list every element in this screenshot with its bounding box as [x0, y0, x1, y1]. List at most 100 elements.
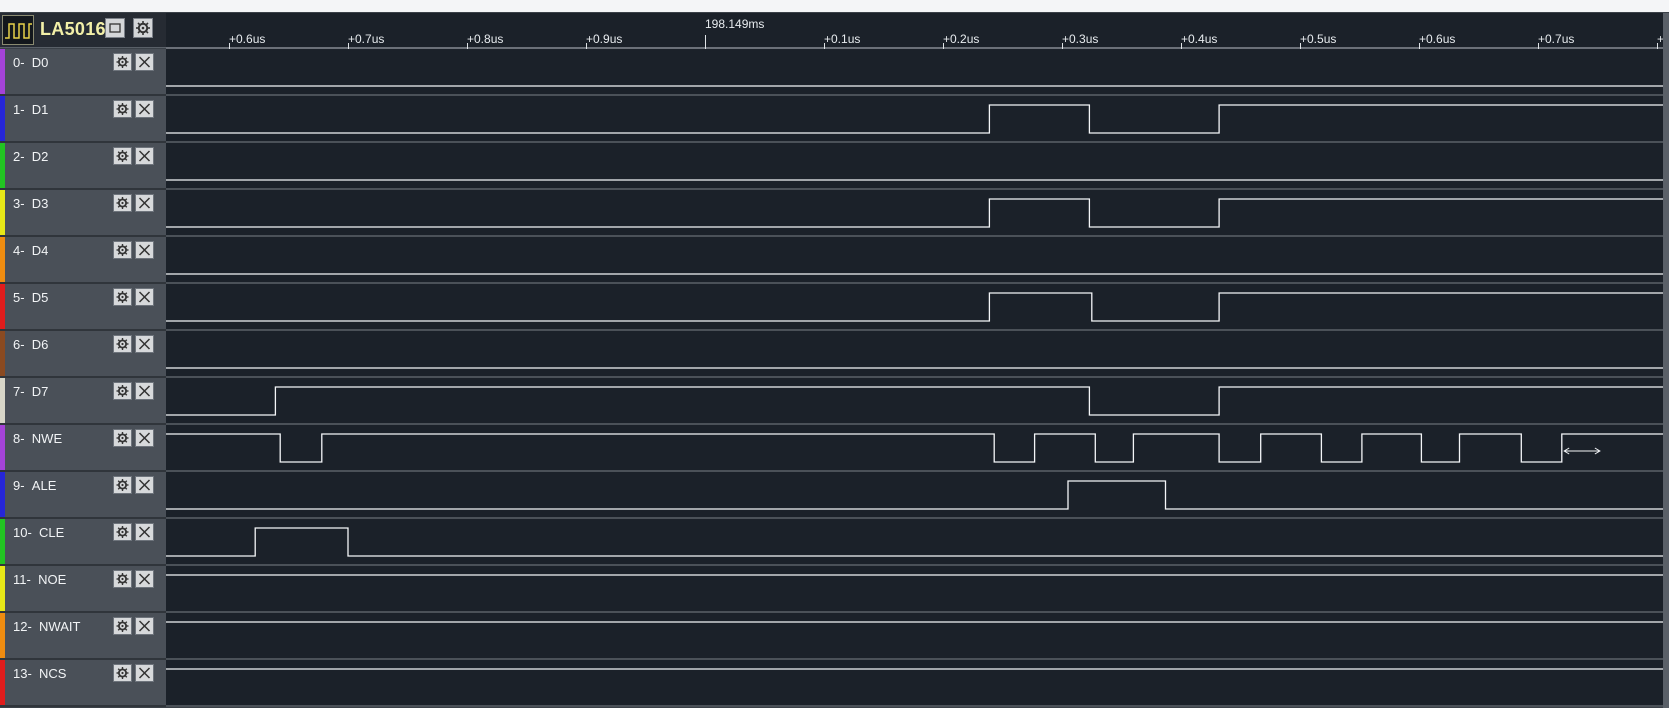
channel-remove-button[interactable] [135, 241, 154, 259]
channel-settings-button[interactable] [113, 147, 132, 165]
channel-settings-button[interactable] [113, 53, 132, 71]
channel-remove-button[interactable] [135, 288, 154, 306]
close-icon [138, 56, 151, 68]
right-edge-scrollbar[interactable] [1663, 13, 1669, 708]
waveform-area[interactable] [166, 378, 1663, 425]
channel-settings-button[interactable] [113, 617, 132, 635]
channel-row: 5- D5 [0, 284, 1669, 331]
channel-remove-button[interactable] [135, 476, 154, 494]
channel-color-indicator [0, 143, 5, 188]
channel-remove-button[interactable] [135, 100, 154, 118]
close-icon [138, 150, 151, 162]
channel-settings-button[interactable] [113, 664, 132, 682]
waveform-area[interactable] [166, 566, 1663, 613]
gear-icon [116, 338, 129, 350]
channel-remove-button[interactable] [135, 664, 154, 682]
ruler-tick-label: +0.4us [1181, 32, 1218, 46]
channel-remove-button[interactable] [135, 147, 154, 165]
channel-settings-button[interactable] [113, 429, 132, 447]
waveform-area[interactable] [166, 472, 1663, 519]
channel-index: 1- [13, 102, 25, 117]
waveform-area[interactable] [166, 284, 1663, 331]
channel-label-panel[interactable]: 0- D0 [0, 49, 166, 96]
waveform-area[interactable] [166, 660, 1663, 707]
channel-index: 11- [13, 572, 31, 587]
channel-label-panel[interactable]: 4- D4 [0, 237, 166, 284]
waveform-trace [166, 104, 1663, 134]
close-icon [138, 338, 151, 350]
channel-color-indicator [0, 190, 5, 235]
channel-name-text: D4 [31, 243, 49, 258]
waveform-trace [166, 668, 1663, 670]
channel-label-panel[interactable]: 2- D2 [0, 143, 166, 190]
channel-remove-button[interactable] [135, 523, 154, 541]
ruler-tick-label: +0.7us [1538, 32, 1575, 46]
close-icon [138, 526, 151, 538]
channel-settings-button[interactable] [113, 476, 132, 494]
ruler-tick-label: +0.1us [824, 32, 861, 46]
channel-color-indicator [0, 425, 5, 470]
waveform-trace [166, 179, 1663, 181]
close-icon [138, 573, 151, 585]
ruler-tick-label: +0.3us [1062, 32, 1099, 46]
channel-label-panel[interactable]: 3- D3 [0, 190, 166, 237]
ruler-tick-label: +0.9us [586, 32, 623, 46]
channel-remove-button[interactable] [135, 382, 154, 400]
waveform-area[interactable] [166, 237, 1663, 284]
channel-index: 5- [13, 290, 25, 305]
channel-label-panel[interactable]: 6- D6 [0, 331, 166, 378]
channel-label-panel[interactable]: 10- CLE [0, 519, 166, 566]
waveform-area[interactable] [166, 143, 1663, 190]
channel-label-panel[interactable]: 13- NCS [0, 660, 166, 707]
channel-label-panel[interactable]: 1- D1 [0, 96, 166, 143]
channel-label-panel[interactable]: 9- ALE [0, 472, 166, 519]
channel-remove-button[interactable] [135, 570, 154, 588]
waveform-area[interactable] [166, 96, 1663, 143]
channel-settings-button[interactable] [113, 241, 132, 259]
channel-settings-button[interactable] [113, 523, 132, 541]
waveform-trace [166, 621, 1663, 623]
close-icon [138, 432, 151, 444]
channel-label-panel[interactable]: 12- NWAIT [0, 613, 166, 660]
channel-settings-button[interactable] [113, 194, 132, 212]
channel-label-panel[interactable]: 11- NOE [0, 566, 166, 613]
channel-row: 2- D2 [0, 143, 1669, 190]
window-icon [109, 23, 121, 33]
channel-settings-button[interactable] [113, 382, 132, 400]
channel-settings-button[interactable] [113, 570, 132, 588]
channel-remove-button[interactable] [135, 335, 154, 353]
channel-index: 10- [13, 525, 32, 540]
time-ruler[interactable]: 198.149ms +0.6us +0.7us +0.8us +0.9us +0… [166, 13, 1664, 49]
ruler-tick-label: +0.8us [467, 32, 504, 46]
channel-remove-button[interactable] [135, 194, 154, 212]
channel-label-panel[interactable]: 7- D7 [0, 378, 166, 425]
waveform-area[interactable] [166, 49, 1663, 96]
channel-remove-button[interactable] [135, 53, 154, 71]
waveform-area[interactable] [166, 613, 1663, 660]
channel-color-indicator [0, 613, 5, 658]
waveform-trace [166, 433, 1663, 463]
channel-settings-button[interactable] [113, 335, 132, 353]
channel-settings-button[interactable] [113, 288, 132, 306]
channel-remove-button[interactable] [135, 617, 154, 635]
channel-index: 8- [13, 431, 25, 446]
waveform-area[interactable] [166, 190, 1663, 237]
channel-remove-button[interactable] [135, 429, 154, 447]
close-icon [138, 479, 151, 491]
channel-label-panel[interactable]: 5- D5 [0, 284, 166, 331]
gear-icon [116, 197, 129, 209]
device-settings-button[interactable] [133, 18, 153, 38]
waveform-area[interactable] [166, 519, 1663, 566]
close-icon [138, 291, 151, 303]
waveform-area[interactable] [166, 425, 1663, 472]
close-icon [138, 385, 151, 397]
device-window-button[interactable] [105, 18, 125, 38]
channel-settings-button[interactable] [113, 100, 132, 118]
ruler-tick-label: +0.6us [1419, 32, 1456, 46]
waveform-area[interactable] [166, 331, 1663, 378]
channel-name-text: NCS [39, 666, 67, 681]
gear-icon [116, 620, 129, 632]
channel-label-panel[interactable]: 8- NWE [0, 425, 166, 472]
channel-row: 13- NCS [0, 660, 1669, 707]
channel-name: 12- NWAIT [13, 619, 80, 634]
